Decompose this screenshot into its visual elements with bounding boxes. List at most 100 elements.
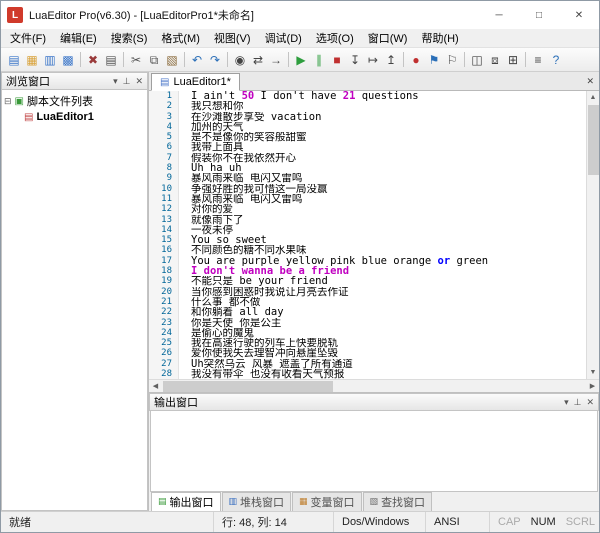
find-icon[interactable]: ◉ (231, 51, 249, 69)
code-line[interactable]: 28我没有带伞 也没有收看天气预报 (149, 369, 586, 379)
step-into-icon[interactable]: ↧ (346, 51, 364, 69)
cascade-windows-icon[interactable]: ⧈ (486, 51, 504, 69)
find-next-icon[interactable]: → (267, 51, 285, 69)
dock-close-icon[interactable]: ✕ (586, 397, 594, 408)
code-line[interactable]: 1I ain't 50 I don't have 21 questions (149, 91, 586, 101)
collapse-icon[interactable]: ⊟ (4, 96, 12, 107)
scroll-down-icon[interactable]: ▼ (587, 366, 600, 379)
right-column: ▤ LuaEditor1* ✕ 1I ain't 50 I don't have… (149, 72, 599, 511)
minimize-button[interactable]: ─ (479, 1, 519, 29)
help-icon[interactable]: ? (547, 51, 565, 69)
code-line[interactable]: 13就像雨下了 (149, 215, 586, 225)
code-line[interactable]: 14一夜未停 (149, 225, 586, 235)
tab-close-icon[interactable]: ✕ (586, 76, 594, 87)
code-line[interactable]: 2我只想和你 (149, 101, 586, 111)
vertical-scrollbar[interactable]: ▲ ▼ (586, 91, 599, 379)
code-line[interactable]: 6我带上面具 (149, 142, 586, 152)
code-text: Uh ha uh (179, 163, 242, 173)
menu-item[interactable]: 文件(F) (3, 28, 53, 48)
copy-icon[interactable]: ⧉ (145, 51, 163, 69)
stop-icon[interactable]: ■ (328, 51, 346, 69)
tile-windows-icon[interactable]: ⊞ (504, 51, 522, 69)
toggle-bookmark-icon[interactable]: ⚑ (425, 51, 443, 69)
code-line[interactable]: 16不同颜色的糖不同水果味 (149, 245, 586, 255)
replace-icon[interactable]: ⇄ (249, 51, 267, 69)
code-line[interactable]: 19不能只是 be your friend (149, 276, 586, 286)
output-tab-输出窗口[interactable]: ▤输出窗口 (151, 492, 221, 512)
menu-item[interactable]: 调试(D) (258, 28, 309, 48)
tree-root-row[interactable]: ⊟ ▣ 脚本文件列表 (4, 93, 145, 109)
scroll-right-icon[interactable]: ▶ (586, 380, 599, 393)
menu-item[interactable]: 帮助(H) (414, 28, 465, 48)
scroll-up-icon[interactable]: ▲ (587, 91, 600, 104)
toggle-breakpoint-icon[interactable]: ● (407, 51, 425, 69)
horizontal-scroll-thumb[interactable] (163, 381, 333, 392)
code-line[interactable]: 18I don't wanna be a friend (149, 266, 586, 276)
code-line[interactable]: 10争强好胜的我可惜这一局没赢 (149, 184, 586, 194)
output-tab-堆栈窗口[interactable]: ▥堆栈窗口 (222, 492, 292, 512)
save-file-icon[interactable]: ▥ (41, 51, 59, 69)
scroll-left-icon[interactable]: ◀ (149, 380, 162, 393)
tree-root-label[interactable]: 脚本文件列表 (27, 93, 93, 109)
step-over-icon[interactable]: ↦ (364, 51, 382, 69)
code-line[interactable]: 11暴风雨来临 电闪又雷鸣 (149, 194, 586, 204)
maximize-button[interactable]: □ (519, 1, 559, 29)
cut-icon[interactable]: ✂ (127, 51, 145, 69)
dock-menu-icon[interactable]: ▾ (113, 76, 118, 87)
code-line[interactable]: 3在沙滩散步享受 vacation (149, 112, 586, 122)
split-window-icon[interactable]: ◫ (468, 51, 486, 69)
print-icon[interactable]: ▤ (102, 51, 120, 69)
code-line[interactable]: 4加州的天气 (149, 122, 586, 132)
code-line[interactable]: 9暴风雨来临 电闪又雷鸣 (149, 173, 586, 183)
code-line[interactable]: 24是偷心的魔鬼 (149, 328, 586, 338)
code-text: 爱你使我失去理智冲向悬崖坠毁 (179, 348, 338, 358)
code-line[interactable]: 25我在高速行驶的列车上快要脱轨 (149, 338, 586, 348)
editor-tab[interactable]: ▤ LuaEditor1* (151, 73, 240, 91)
options-icon[interactable]: ≡ (529, 51, 547, 69)
menu-item[interactable]: 格式(M) (154, 28, 207, 48)
code-text: 我没有带伞 也没有收看天气预报 (179, 369, 344, 379)
browse-panel-title: 浏览窗口 (6, 73, 50, 89)
menu-item[interactable]: 编辑(E) (53, 28, 104, 48)
code-line[interactable]: 5是不是像你的笑容般甜蜜 (149, 132, 586, 142)
save-all-icon[interactable]: ▩ (59, 51, 77, 69)
output-tab-变量窗口[interactable]: ▦变量窗口 (292, 492, 362, 512)
paste-icon[interactable]: ▧ (163, 51, 181, 69)
next-bookmark-icon[interactable]: ⚐ (443, 51, 461, 69)
new-file-icon[interactable]: ▤ (5, 51, 23, 69)
code-line[interactable]: 8Uh ha uh (149, 163, 586, 173)
output-tab-查找窗口[interactable]: ▧查找窗口 (363, 492, 433, 512)
dock-menu-icon[interactable]: ▾ (564, 397, 569, 408)
redo-icon[interactable]: ↷ (206, 51, 224, 69)
code-line[interactable]: 22和你躺着 all day (149, 307, 586, 317)
vertical-scroll-thumb[interactable] (588, 105, 599, 175)
pause-icon[interactable]: ∥ (310, 51, 328, 69)
code-line[interactable]: 27Uh突然乌云 风暴 遮盖了所有通道 (149, 359, 586, 369)
code-area[interactable]: 1I ain't 50 I don't have 21 questions2我只… (149, 91, 586, 379)
dock-pin-icon[interactable]: ⊥ (123, 76, 131, 87)
menu-item[interactable]: 窗口(W) (361, 28, 415, 48)
tree-item-label[interactable]: LuaEditor1 (36, 111, 93, 123)
code-line[interactable]: 20当你感到困惑时我说让月亮去作证 (149, 287, 586, 297)
menu-item[interactable]: 搜索(S) (104, 28, 155, 48)
menu-item[interactable]: 选项(O) (309, 28, 361, 48)
code-line[interactable]: 7假装你不在我依然开心 (149, 153, 586, 163)
horizontal-scrollbar[interactable]: ◀ ▶ (149, 379, 599, 392)
undo-icon[interactable]: ↶ (188, 51, 206, 69)
code-line[interactable]: 15You so sweet (149, 235, 586, 245)
run-icon[interactable]: ▶ (292, 51, 310, 69)
code-line[interactable]: 12对你的爱 (149, 204, 586, 214)
code-line[interactable]: 17You are purple yellow pink blue orange… (149, 256, 586, 266)
code-line[interactable]: 23你是天使 你是公主 (149, 318, 586, 328)
close-file-icon[interactable]: ✖ (84, 51, 102, 69)
code-line[interactable]: 26爱你使我失去理智冲向悬崖坠毁 (149, 348, 586, 358)
dock-close-icon[interactable]: ✕ (135, 76, 143, 87)
dock-pin-icon[interactable]: ⊥ (574, 397, 582, 408)
output-content[interactable] (150, 411, 598, 492)
tree-item-luaeditor1[interactable]: ▤ LuaEditor1 (24, 109, 145, 125)
code-line[interactable]: 21什么事 都不做 (149, 297, 586, 307)
close-button[interactable]: ✕ (559, 1, 599, 29)
open-file-icon[interactable]: ▦ (23, 51, 41, 69)
menu-item[interactable]: 视图(V) (207, 28, 258, 48)
step-out-icon[interactable]: ↥ (382, 51, 400, 69)
